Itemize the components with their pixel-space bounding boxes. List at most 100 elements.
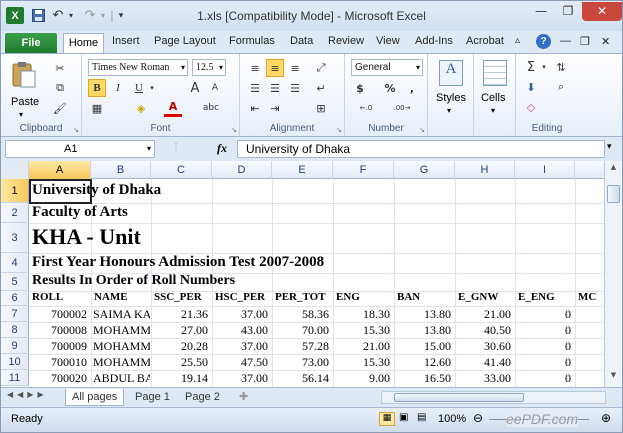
wrap-text-icon[interactable]: ↵ [312, 79, 330, 97]
td-e-eng[interactable]: 0 [515, 339, 571, 354]
copy-icon[interactable]: ⧉ [51, 79, 69, 97]
font-size-combo[interactable]: 12.5 ▾ [192, 59, 226, 76]
formula-input[interactable]: University of Dhaka [237, 140, 605, 158]
styles-dropdown-icon[interactable]: ▾ [447, 106, 451, 115]
close-icon[interactable]: ✕ [582, 2, 622, 21]
td-ban[interactable]: 13.80 [394, 307, 451, 322]
font-name-combo[interactable]: Times New Roman ▾ [88, 59, 188, 76]
percent-button[interactable]: % [381, 79, 399, 97]
td-per-tot[interactable]: 57.28 [272, 339, 329, 354]
td-roll[interactable]: 700010 [29, 355, 87, 370]
td-e-gnw[interactable]: 21.00 [455, 307, 511, 322]
row-header[interactable]: 1 [1, 179, 29, 203]
td-e-eng[interactable]: 0 [515, 371, 571, 386]
alignment-launcher-icon[interactable]: ↘ [336, 126, 342, 134]
clear-icon[interactable]: ◇ [522, 98, 540, 116]
insert-function-button[interactable]: fx [217, 141, 227, 156]
cell-faculty[interactable]: Faculty of Arts [32, 204, 128, 221]
ribbon-close-icon[interactable]: ✕ [601, 35, 610, 48]
page-layout-view-icon[interactable]: ▣ [399, 412, 408, 423]
td-e-eng[interactable]: 0 [515, 355, 571, 370]
td-hsc[interactable]: 47.50 [212, 355, 268, 370]
td-e-gnw[interactable]: 33.00 [455, 371, 511, 386]
col-header[interactable]: B [91, 161, 151, 179]
currency-button[interactable]: $ [351, 79, 369, 97]
align-right-icon[interactable]: ☰ [286, 79, 304, 97]
number-launcher-icon[interactable]: ↘ [419, 126, 425, 134]
zoom-out-icon[interactable]: ⊖ [473, 411, 483, 425]
orientation-icon[interactable]: ⤢ [312, 59, 330, 77]
number-format-combo[interactable]: General ▾ [351, 59, 423, 76]
minimize-ribbon-icon[interactable]: ▵ [515, 35, 520, 46]
tab-data[interactable]: Data [290, 35, 313, 47]
decrease-decimal-button[interactable]: .00→ [389, 99, 415, 117]
col-header[interactable]: D [212, 161, 272, 179]
td-e-eng[interactable]: 0 [515, 307, 571, 322]
td-e-gnw[interactable]: 30.60 [455, 339, 511, 354]
grow-font-button[interactable]: A [186, 79, 204, 97]
th-per-tot[interactable]: PER_TOT [275, 291, 326, 303]
tab-formulas[interactable]: Formulas [229, 35, 275, 47]
td-hsc[interactable]: 37.00 [212, 307, 268, 322]
td-ssc[interactable]: 19.14 [151, 371, 208, 386]
sheet-nav-icon[interactable]: ◀◀▶▶ [7, 390, 48, 399]
scroll-down-icon[interactable]: ▼ [607, 371, 620, 381]
td-hsc[interactable]: 37.00 [212, 371, 268, 386]
cell-test-title[interactable]: First Year Honours Admission Test 2007-2… [32, 254, 324, 271]
fill-color-icon[interactable]: ◈ [132, 99, 150, 117]
vertical-scrollbar[interactable]: ▲ ▼ [604, 161, 622, 387]
td-roll[interactable]: 700009 [29, 339, 87, 354]
th-roll[interactable]: ROLL [32, 291, 63, 303]
worksheet-grid[interactable]: A B C D E F G H I 1 2 3 4 5 6 7 8 9 10 1… [1, 161, 604, 387]
align-center-icon[interactable]: ☰ [266, 79, 284, 97]
tab-page-layout[interactable]: Page Layout [154, 35, 216, 47]
paste-button[interactable]: Paste [11, 96, 39, 108]
td-roll[interactable]: 700002 [29, 307, 87, 322]
col-header[interactable]: G [394, 161, 455, 179]
row-header[interactable]: 6 [1, 291, 29, 306]
th-name[interactable]: NAME [94, 291, 128, 303]
ribbon-minimize-icon[interactable]: — [560, 35, 571, 47]
clipboard-launcher-icon[interactable]: ↘ [73, 126, 79, 134]
td-e-gnw[interactable]: 40.50 [455, 323, 511, 338]
tab-add-ins[interactable]: Add-Ins [415, 35, 453, 47]
sheet-tab-page-1[interactable]: Page 1 [129, 389, 176, 406]
col-header[interactable]: A [29, 161, 91, 179]
italic-button[interactable]: I [109, 79, 127, 97]
expand-formula-bar-icon[interactable]: ▾ [607, 142, 612, 152]
merge-center-icon[interactable]: ⊞ [312, 99, 330, 117]
row-header[interactable]: 2 [1, 203, 29, 223]
cell-title[interactable]: University of Dhaka [32, 182, 161, 199]
td-per-tot[interactable]: 58.36 [272, 307, 329, 322]
cell-unit[interactable]: KHA - Unit [32, 224, 141, 250]
col-header[interactable]: F [333, 161, 394, 179]
minimize-icon[interactable]: — [528, 2, 554, 21]
th-ssc[interactable]: SSC_PER [154, 291, 202, 303]
td-per-tot[interactable]: 70.00 [272, 323, 329, 338]
td-ban[interactable]: 12.60 [394, 355, 451, 370]
th-e-gnw[interactable]: E_GNW [458, 291, 498, 303]
th-hsc[interactable]: HSC_PER [215, 291, 265, 303]
align-middle-icon[interactable]: ≡ [266, 59, 284, 77]
fill-icon[interactable]: ⬇ [522, 78, 540, 96]
td-hsc[interactable]: 37.00 [212, 339, 268, 354]
horizontal-scrollbar[interactable] [381, 391, 606, 404]
td-eng[interactable]: 9.00 [333, 371, 390, 386]
td-ban[interactable]: 15.00 [394, 339, 451, 354]
td-roll[interactable]: 700020 [29, 371, 87, 386]
find-select-icon[interactable]: ⌕ [552, 78, 570, 96]
td-per-tot[interactable]: 73.00 [272, 355, 329, 370]
td-per-tot[interactable]: 56.14 [272, 371, 329, 386]
help-icon[interactable]: ? [536, 34, 551, 49]
sheet-tab-page-2[interactable]: Page 2 [179, 389, 226, 406]
td-ssc[interactable]: 21.36 [151, 307, 208, 322]
normal-view-icon[interactable]: ▦ [379, 412, 395, 426]
sort-filter-icon[interactable]: ⇅ [552, 58, 570, 76]
td-eng[interactable]: 15.30 [333, 323, 390, 338]
underline-dropdown-icon[interactable]: ▾ [148, 79, 156, 97]
col-header[interactable]: I [515, 161, 575, 179]
row-header[interactable]: 4 [1, 253, 29, 273]
td-e-gnw[interactable]: 41.40 [455, 355, 511, 370]
shrink-font-button[interactable]: A [206, 79, 224, 97]
td-ssc[interactable]: 20.28 [151, 339, 208, 354]
